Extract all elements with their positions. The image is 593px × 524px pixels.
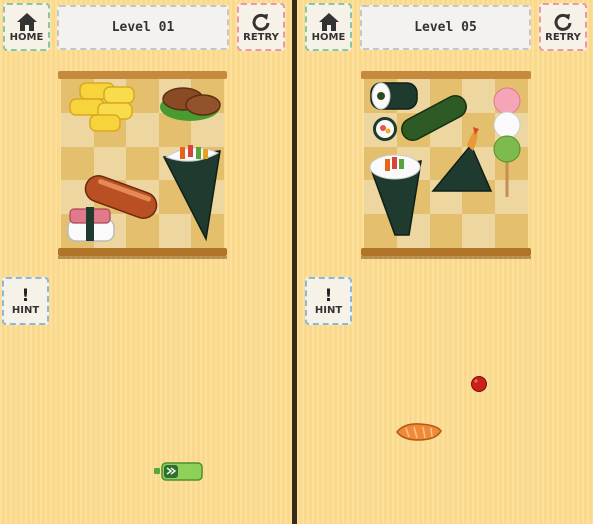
tamagoyaki-food[interactable] bbox=[69, 82, 135, 132]
retry-button-label: RETRY bbox=[545, 31, 581, 43]
bento-food-layer bbox=[67, 82, 221, 242]
temaki-food[interactable] bbox=[162, 145, 221, 242]
retry-button-label: RETRY bbox=[243, 31, 279, 43]
home-button[interactable]: HOME bbox=[3, 3, 50, 51]
home-button[interactable]: HOME bbox=[305, 3, 352, 51]
exclamation-icon: ! bbox=[324, 285, 333, 306]
home-button-label: HOME bbox=[311, 31, 346, 43]
ehomaki-food[interactable] bbox=[369, 154, 422, 236]
home-button-label: HOME bbox=[9, 31, 44, 43]
bento-food-layer bbox=[369, 82, 521, 236]
retry-button[interactable]: RETRY bbox=[539, 3, 587, 51]
game-screen-level-1: HOME Level 01 RETRY ! HINT bbox=[0, 0, 292, 524]
dango-food[interactable] bbox=[493, 87, 521, 197]
hamburg-steak-food[interactable] bbox=[160, 87, 221, 121]
retry-button[interactable]: RETRY bbox=[237, 3, 285, 51]
tempura-onigiri-food[interactable] bbox=[431, 127, 493, 192]
loose-food-salmon[interactable] bbox=[394, 421, 444, 443]
maki-slice-food[interactable] bbox=[373, 117, 397, 141]
house-icon bbox=[16, 12, 37, 31]
bento-box bbox=[361, 71, 531, 259]
level-indicator: Level 01 bbox=[57, 5, 229, 50]
circular-arrow-icon bbox=[252, 13, 270, 31]
bento-box bbox=[58, 71, 227, 259]
hint-button[interactable]: ! HINT bbox=[305, 277, 352, 325]
hint-button[interactable]: ! HINT bbox=[2, 277, 49, 325]
house-icon bbox=[318, 12, 339, 31]
loose-food-umeboshi[interactable] bbox=[469, 374, 489, 392]
spam-musubi-food[interactable] bbox=[67, 207, 115, 242]
exclamation-icon: ! bbox=[21, 285, 30, 306]
game-screen-level-5: HOME Level 05 RETRY ! HINT bbox=[297, 0, 593, 524]
circular-arrow-icon bbox=[554, 13, 572, 31]
hint-button-label: HINT bbox=[314, 304, 343, 316]
hint-button-label: HINT bbox=[11, 304, 40, 316]
loose-food-cucumber-roll[interactable] bbox=[152, 460, 204, 484]
level-indicator: Level 05 bbox=[360, 5, 531, 50]
futomaki-food[interactable] bbox=[370, 82, 418, 110]
